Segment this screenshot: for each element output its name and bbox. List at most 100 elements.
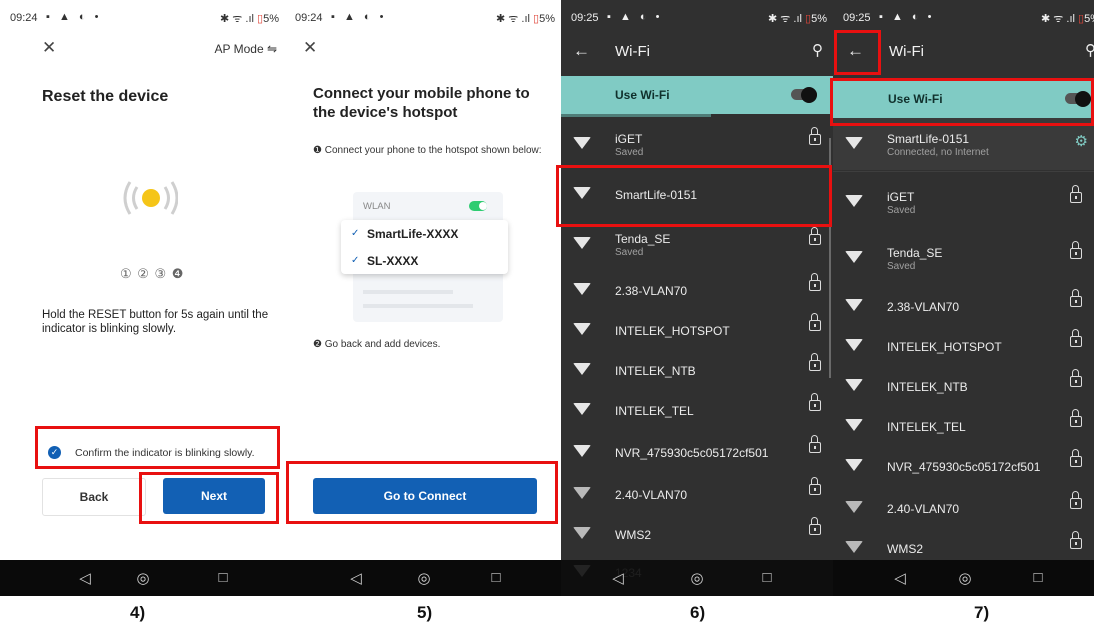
nav-home-icon[interactable]: ◎	[409, 569, 439, 587]
wifi-row[interactable]: INTELEK_TEL	[561, 390, 833, 430]
nav-back-icon[interactable]: ◁	[341, 569, 371, 587]
wifi-icon	[573, 323, 591, 335]
nav-back-icon[interactable]: ◁	[885, 569, 915, 587]
step-indicator: ① ② ③ ❹	[120, 266, 185, 281]
search-icon[interactable]: ⚲	[812, 41, 823, 59]
status-bar: 09:25 ▪ ▲ ◐ • ✱ ᯤ .ıl ▯5%	[833, 0, 1094, 34]
page-title: Wi-Fi	[889, 43, 924, 60]
nav-recent-icon[interactable]: □	[208, 569, 238, 586]
nav-home-icon[interactable]: ◎	[128, 569, 158, 587]
close-icon[interactable]: ✕	[303, 38, 317, 58]
wifi-ssid: NVR_475930c5c05172cf501	[615, 446, 769, 460]
nav-recent-icon[interactable]: □	[752, 569, 782, 586]
nav-recent-icon[interactable]: □	[1023, 569, 1053, 586]
wifi-status: Saved	[887, 261, 916, 272]
page-title: Wi-Fi	[615, 43, 650, 60]
wifi-row[interactable]: INTELEK_NTB	[561, 350, 833, 390]
wifi-row[interactable]: 2.38-VLAN70	[561, 270, 833, 310]
nav-back-icon[interactable]: ◁	[70, 569, 100, 587]
nav-home-icon[interactable]: ◎	[950, 569, 980, 587]
highlight-confirm	[35, 426, 280, 469]
wifi-ssid: 2.40-VLAN70	[887, 502, 960, 516]
wifi-icon	[573, 237, 591, 249]
use-wifi-row[interactable]: Use Wi-Fi	[561, 76, 833, 114]
wifi-ssid: Tenda_SE	[615, 232, 671, 246]
ap-mode-button[interactable]: AP Mode ⇋	[214, 42, 277, 56]
wifi-row[interactable]: INTELEK_NTB	[833, 366, 1094, 406]
wifi-ssid: WMS2	[887, 542, 923, 556]
wifi-row[interactable]: iGET Saved	[561, 124, 833, 164]
wifi-row[interactable]: NVR_475930c5c05172cf501	[561, 432, 833, 472]
wifi-ssid: INTELEK_HOTSPOT	[615, 324, 730, 338]
wifi-row[interactable]: 2.40-VLAN70	[833, 488, 1094, 528]
wifi-row-connected[interactable]: SmartLife-0151 Connected, no Internet ⚙	[833, 124, 1094, 164]
wifi-ssid: NVR_475930c5c05172cf501	[887, 460, 1041, 474]
status-right-icons: ✱ ᯤ .ıl ▯5%	[768, 13, 827, 25]
wifi-row[interactable]: iGET Saved	[833, 182, 1094, 222]
check-icon: ✓	[351, 228, 360, 239]
check-icon: ✓	[351, 255, 360, 266]
status-bar: 09:24 ▪ ▲ ◐ • ✱ ᯤ .ıl ▯5%	[285, 0, 561, 34]
wifi-icon	[573, 137, 591, 149]
status-time: 09:24	[295, 12, 323, 24]
wifi-ssid: Tenda_SE	[887, 246, 943, 260]
status-right-icons: ✱ ᯤ .ıl ▯5%	[1041, 13, 1094, 25]
step-label-5: 5)	[417, 603, 433, 622]
step-label-7: 7)	[974, 603, 990, 622]
wifi-status: Saved	[887, 205, 916, 216]
wifi-ssid: 2.38-VLAN70	[887, 300, 960, 314]
blinking-indicator-icon	[118, 172, 179, 224]
step-one-text: ❶ Connect your phone to the hotspot show…	[313, 145, 542, 156]
wifi-row[interactable]: INTELEK_HOTSPOT	[833, 326, 1094, 366]
wifi-row[interactable]: 2.38-VLAN70	[833, 286, 1094, 326]
wifi-icon	[845, 541, 863, 553]
nav-home-icon[interactable]: ◎	[682, 569, 712, 587]
wifi-row[interactable]: Tenda_SE Saved	[833, 238, 1094, 278]
wifi-icon	[845, 501, 863, 513]
wifi-row[interactable]: 2.40-VLAN70	[561, 474, 833, 514]
lock-icon	[809, 313, 821, 331]
wifi-icon	[845, 459, 863, 471]
wifi-ssid: 2.38-VLAN70	[615, 284, 688, 298]
back-button[interactable]: Back	[42, 478, 146, 516]
wifi-icon	[845, 379, 863, 391]
nav-recent-icon[interactable]: □	[481, 569, 511, 586]
wifi-icon	[845, 251, 863, 263]
lock-icon	[809, 273, 821, 291]
notification-icons: ▪ ▲ ◐ •	[879, 11, 935, 23]
wifi-ssid: INTELEK_NTB	[887, 380, 968, 394]
wifi-icon	[845, 299, 863, 311]
highlight-go-to-connect	[286, 461, 558, 524]
wifi-icon	[845, 137, 863, 149]
wlan-toggle	[469, 201, 487, 211]
close-icon[interactable]: ✕	[42, 38, 56, 58]
nav-back-icon[interactable]: ◁	[603, 569, 633, 587]
wifi-row[interactable]: WMS2	[561, 514, 833, 554]
system-nav-bar: ◁ ◎ □	[0, 560, 285, 596]
gear-icon[interactable]: ⚙	[1075, 132, 1088, 150]
wifi-ssid: iGET	[887, 190, 915, 204]
wifi-row[interactable]: Tenda_SE Saved	[561, 224, 833, 264]
status-right-icons: ✱ ᯤ .ıl ▯5%	[496, 13, 555, 25]
highlight-use-wifi	[830, 78, 1094, 126]
wifi-icon	[573, 527, 591, 539]
lock-icon	[1070, 491, 1082, 509]
lock-icon	[1070, 329, 1082, 347]
wifi-ssid: WMS2	[615, 528, 651, 542]
lock-icon	[809, 435, 821, 453]
wifi-row[interactable]: INTELEK_TEL	[833, 406, 1094, 446]
wifi-row[interactable]: NVR_475930c5c05172cf501	[833, 446, 1094, 486]
back-arrow-icon[interactable]: ←	[573, 41, 590, 61]
status-time: 09:24	[10, 12, 38, 24]
wifi-row[interactable]: INTELEK_HOTSPOT	[561, 310, 833, 350]
status-bar: 09:25 ▪ ▲ ◐ • ✱ ᯤ .ıl ▯5%	[561, 0, 833, 34]
notification-icons: ▪ ▲ ◐ •	[46, 11, 102, 23]
system-nav-bar: ◁ ◎ □	[833, 560, 1094, 596]
wifi-status: Saved	[615, 147, 644, 158]
wifi-icon	[573, 445, 591, 457]
status-right-icons: ✱ ᯤ .ıl ▯5%	[220, 13, 279, 25]
wifi-ssid: SmartLife-0151	[887, 132, 970, 146]
lock-icon	[809, 517, 821, 535]
search-icon[interactable]: ⚲	[1085, 41, 1094, 59]
lock-icon	[1070, 185, 1082, 203]
